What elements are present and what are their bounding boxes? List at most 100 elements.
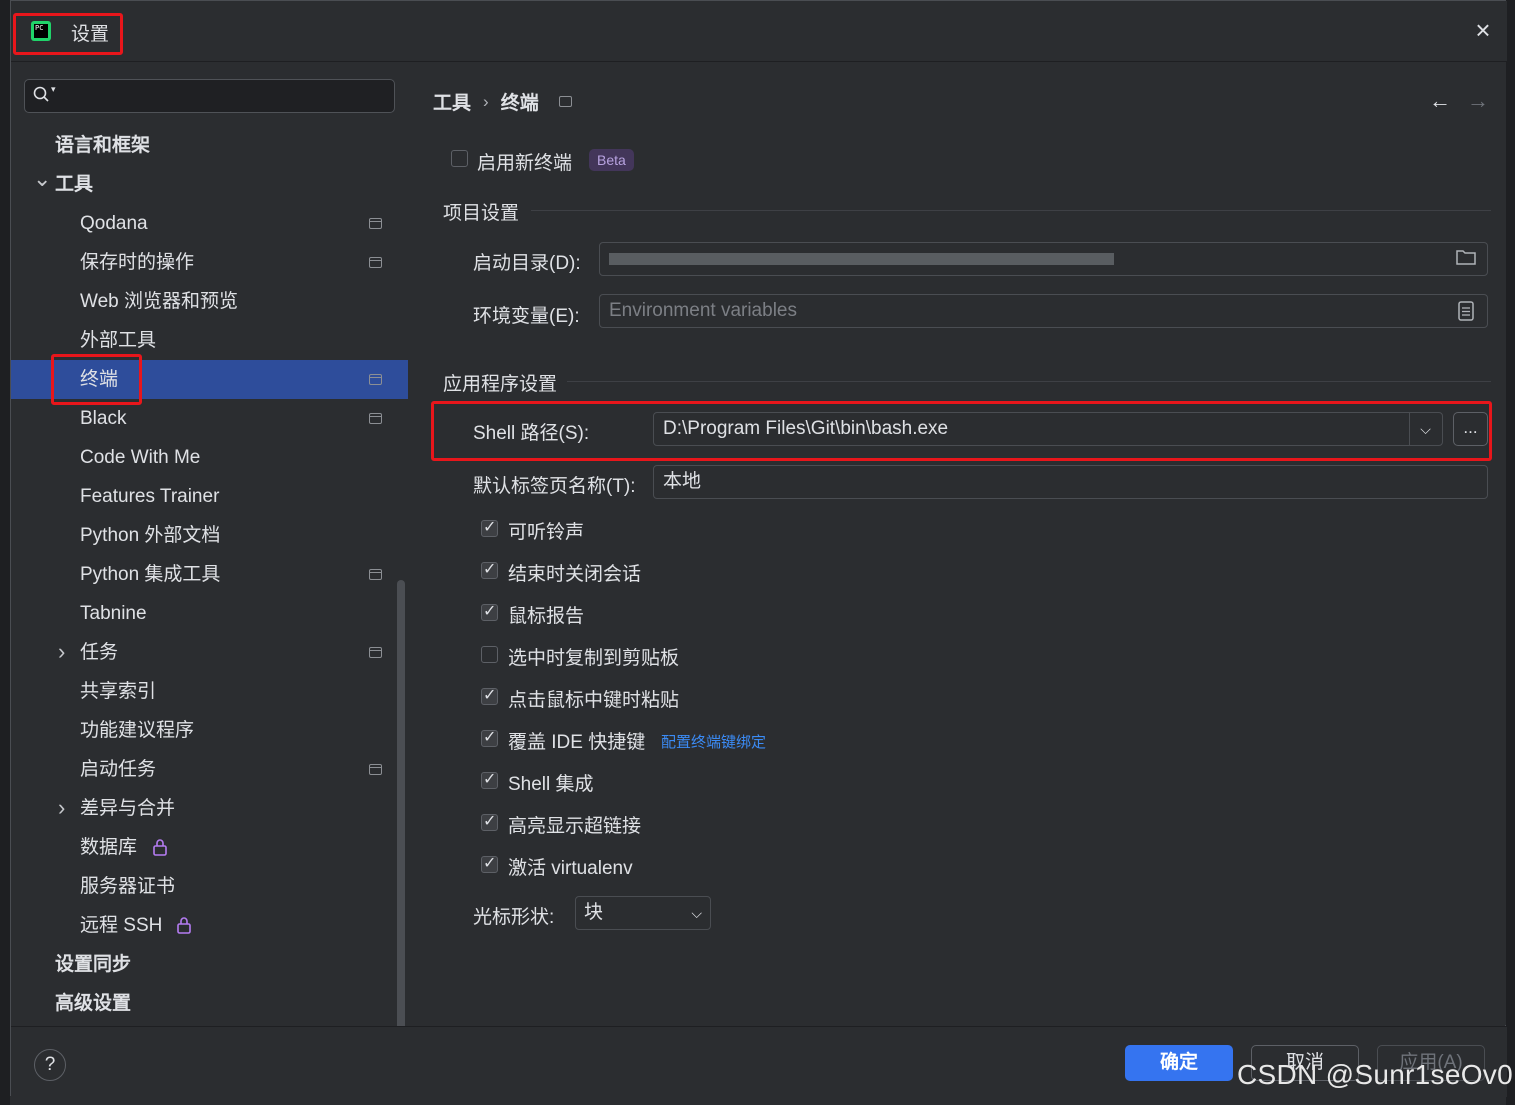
settings-dialog: 设置 × ▾ 语言和框架⌄工具Qodana保存时的操作Web 浏览器和预览外部工… [10,0,1507,1097]
option-checkbox[interactable] [481,853,498,873]
project-level-icon [369,374,382,385]
sidebar-item[interactable]: 外部工具 [11,321,408,360]
sidebar-item[interactable]: 启动任务 [11,750,408,789]
pycharm-logo-icon [31,21,51,41]
sidebar-item[interactable]: Features Trainer [11,477,408,516]
option-label: 激活 virtualenv [508,858,633,879]
sidebar-item-label: Python 外部文档 [80,525,221,546]
sidebar-item-label: 终端 [80,369,119,390]
shell-path-field[interactable]: D:\Program Files\Git\bin\bash.exe [653,412,1443,446]
back-arrow-icon[interactable]: ← [1429,88,1451,114]
search-input[interactable]: ▾ [24,79,395,113]
option-checkbox[interactable] [481,727,498,747]
app-settings-title: 应用程序设置 [443,374,558,395]
beta-badge: Beta [589,149,634,171]
sidebar-item-label: 任务 [80,642,119,663]
settings-content: 工具 › 终端 ← → 启用新终端 Beta 项目设置 启动目录(D): 环境变量(… [409,62,1506,1025]
section-divider [567,381,1491,382]
sidebar-item[interactable]: 远程 SSH [11,906,408,945]
option-checkbox[interactable] [481,559,498,579]
sidebar-item-label: 工具 [55,174,94,195]
sidebar-item[interactable]: Tabnine [11,594,408,633]
option-checkbox[interactable] [481,517,498,537]
sidebar-item[interactable]: Black [11,399,408,438]
sidebar-item[interactable]: 服务器证书 [11,867,408,906]
help-button[interactable]: ? [34,1049,66,1081]
option-label: 鼠标报告 [508,606,585,627]
sidebar-scrollbar[interactable] [397,580,405,1050]
browse-button[interactable]: ... [1453,412,1488,446]
breadcrumb-separator: › [483,91,489,111]
sidebar-item-label: Web 浏览器和预览 [80,291,239,312]
env-field[interactable]: Environment variables [599,294,1488,328]
sidebar-item[interactable]: 高级设置 [11,984,408,1023]
sidebar-item[interactable]: 设置同步 [11,945,408,984]
sidebar-item-label: 语言和框架 [55,135,151,156]
edit-list-icon[interactable] [1458,301,1474,326]
close-button[interactable]: × [1469,16,1497,44]
option-checkbox[interactable] [481,769,498,789]
breadcrumb-parent[interactable]: 工具 [433,88,471,115]
sidebar-item-label: 数据库 [80,837,138,858]
option-label: Shell 集成 [508,774,594,795]
breadcrumb-current: 终端 [500,93,539,114]
option-checkbox[interactable] [481,811,498,831]
sidebar-item[interactable]: 数据库 [11,828,408,867]
watermark: CSDN @Sunr1seOv0 [1237,1059,1513,1090]
chevron-down-icon[interactable]: ⌵ [1409,412,1441,446]
sidebar-item[interactable]: Python 集成工具 [11,555,408,594]
background-edge-right [1506,0,1515,1105]
project-level-icon [369,413,382,424]
sidebar-item[interactable]: Code With Me [11,438,408,477]
sidebar-item[interactable]: 保存时的操作 [11,243,408,282]
lock-icon [152,828,168,871]
sidebar-item-label: 差异与合并 [80,798,176,819]
new-terminal-checkbox[interactable] [451,150,468,167]
cursor-shape-label: 光标形状: [473,907,555,928]
sidebar-item-label: 共享索引 [80,681,157,702]
search-options-icon[interactable]: ▾ [51,84,56,95]
sidebar-item-label: 服务器证书 [80,876,176,897]
sidebar-item-label: 启动任务 [80,759,157,780]
forward-arrow-icon[interactable]: → [1467,88,1489,114]
tab-name-field[interactable]: 本地 [653,465,1488,499]
option-checkbox[interactable] [481,601,498,621]
sidebar-item-label: Code With Me [80,447,201,468]
option-label: 选中时复制到剪贴板 [508,648,680,669]
cursor-shape-select[interactable]: 块 ⌵ [575,896,711,930]
option-checkbox[interactable] [481,685,498,705]
sidebar-item[interactable]: 语言和框架 [11,126,408,165]
sidebar-item-label: Features Trainer [80,486,220,507]
sidebar-item[interactable]: 终端 [11,360,408,399]
settings-sidebar: ▾ 语言和框架 ⌄ 工具 Qodana 保存时的操作 Web 浏览器和预览 外部工具 终端 Bl… [11,62,408,1050]
sidebar-item-label: Black [80,408,127,429]
sidebar-item[interactable]: Qodana [11,204,408,243]
sidebar-item-label: 远程 SSH [80,915,163,936]
section-divider [531,210,1491,211]
sidebar-item-label: 高级设置 [55,993,132,1014]
chevron-down-icon: ⌵ [691,905,702,921]
title-bar: 设置 × [11,1,1507,62]
sidebar-item[interactable]: › 差异与合并 [11,789,408,828]
project-level-icon [369,257,382,268]
sidebar-item[interactable]: ⌄ 工具 [11,165,408,204]
sidebar-item[interactable]: 功能建议程序 [11,711,408,750]
folder-icon[interactable] [1456,249,1476,270]
redacted-path [609,253,1114,265]
sidebar-item[interactable]: Web 浏览器和预览 [11,282,408,321]
project-level-icon [558,96,572,107]
sidebar-item[interactable]: Python 外部文档 [11,516,408,555]
project-level-icon [369,764,382,775]
chevron-down-icon[interactable]: ⌄ [33,159,51,198]
sidebar-item[interactable]: 共享索引 [11,672,408,711]
chevron-right-icon[interactable]: › [58,632,74,671]
sidebar-item-label: Qodana [80,213,148,234]
tab-name-label: 默认标签页名称(T): [473,476,636,497]
configure-keybindings-link[interactable]: 配置终端键绑定 [661,731,766,752]
cursor-shape-value: 块 [584,902,604,923]
option-checkbox[interactable] [481,646,498,663]
chevron-right-icon[interactable]: › [58,788,74,827]
sidebar-item[interactable]: › 任务 [11,633,408,672]
breadcrumb: 工具 › 终端 [433,88,572,115]
ok-button[interactable]: 确定 [1125,1045,1233,1081]
